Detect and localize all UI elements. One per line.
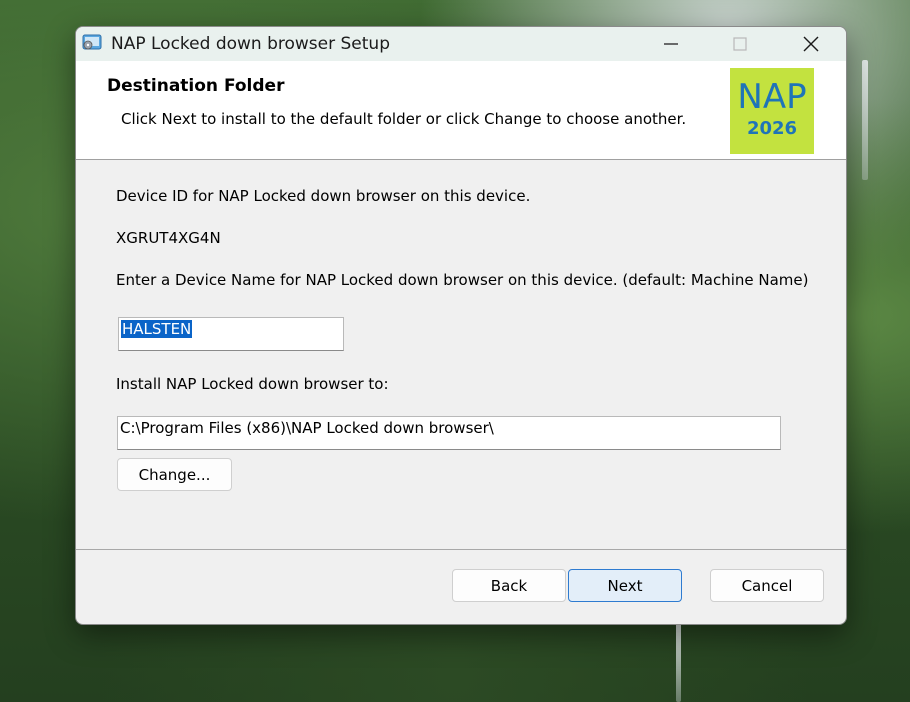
maximize-icon	[733, 37, 747, 51]
title-bar[interactable]: NAP Locked down browser Setup	[76, 27, 846, 61]
back-button[interactable]: Back	[452, 569, 566, 602]
device-name-value: HALSTEN	[121, 320, 193, 338]
window-title: NAP Locked down browser Setup	[111, 34, 390, 54]
logo-year: 2026	[746, 118, 798, 139]
nap-logo: NAP 2026	[730, 68, 814, 154]
installer-app-icon	[82, 34, 102, 50]
minimize-icon	[664, 43, 678, 45]
install-path-field[interactable]: C:\Program Files (x86)\NAP Locked down b…	[117, 416, 781, 450]
page-subtitle: Click Next to install to the default fol…	[121, 110, 687, 128]
install-location-label: Install NAP Locked down browser to:	[116, 375, 389, 393]
device-name-label: Enter a Device Name for NAP Locked down …	[116, 271, 809, 289]
install-path-value: C:\Program Files (x86)\NAP Locked down b…	[120, 419, 494, 437]
device-id-value: XGRUT4XG4N	[116, 229, 221, 247]
waterfall-streak	[676, 622, 681, 702]
logo-name: NAP	[737, 77, 807, 117]
device-name-input[interactable]: HALSTEN	[118, 317, 344, 351]
page-title: Destination Folder	[107, 76, 285, 96]
device-id-label: Device ID for NAP Locked down browser on…	[116, 187, 531, 205]
footer-divider	[76, 549, 846, 550]
waterfall-streak	[862, 60, 868, 180]
close-button[interactable]	[776, 27, 846, 61]
installer-window: NAP Locked down browser Setup Destinatio…	[75, 26, 847, 625]
next-button[interactable]: Next	[568, 569, 682, 602]
change-button[interactable]: Change...	[117, 458, 232, 491]
header-banner: Destination Folder Click Next to install…	[76, 61, 846, 160]
close-icon	[803, 36, 819, 52]
minimize-button[interactable]	[636, 27, 706, 61]
maximize-button[interactable]	[705, 27, 775, 61]
cancel-button[interactable]: Cancel	[710, 569, 824, 602]
